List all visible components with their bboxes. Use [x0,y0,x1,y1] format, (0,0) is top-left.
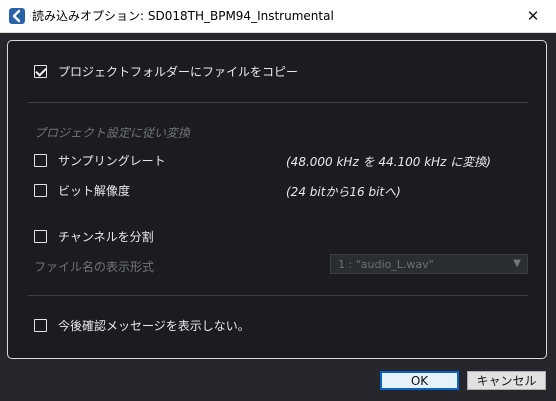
sample-rate-info: (48.000 kHz を 44.100 kHz に変換) [286,155,491,169]
convert-section-heading: プロジェクト設定に従い変換 [34,126,191,140]
copy-to-project-checkbox[interactable] [34,65,47,78]
copy-to-project-label: プロジェクトフォルダーにファイルをコピー [58,65,299,79]
dont-show-again-label: 今後確認メッセージを表示しない。 [58,319,250,333]
window-title: 読み込みオプション: SD018TH_BPM94_Instrumental [32,9,334,23]
cancel-button[interactable]: キャンセル [467,371,546,390]
bit-depth-label: ビット解像度 [58,184,131,198]
filename-format-select[interactable]: 1 : "audio_L.wav" ▼ [330,254,528,274]
divider [28,295,528,296]
sample-rate-checkbox[interactable] [34,154,47,167]
split-channels-checkbox[interactable] [34,230,47,243]
bit-depth-checkbox[interactable] [34,184,47,197]
chevron-down-icon: ▼ [513,258,521,269]
cubase-app-icon [9,8,25,24]
close-button[interactable]: ✕ [510,0,556,32]
ok-button[interactable]: OK [380,371,459,390]
close-icon: ✕ [526,7,540,25]
filename-format-value: 1 : "audio_L.wav" [338,258,434,271]
filename-format-label: ファイル名の表示形式 [34,260,155,274]
split-channels-label: チャンネルを分割 [58,230,154,244]
options-panel: プロジェクトフォルダーにファイルをコピー プロジェクト設定に従い変換 サンプリン… [7,40,547,359]
title-bar: 読み込みオプション: SD018TH_BPM94_Instrumental ✕ [0,0,556,33]
sample-rate-label: サンプリングレート [58,154,166,168]
dont-show-again-checkbox[interactable] [34,319,47,332]
divider [28,102,528,103]
bit-depth-info: (24 bitから16 bitへ) [286,185,401,199]
